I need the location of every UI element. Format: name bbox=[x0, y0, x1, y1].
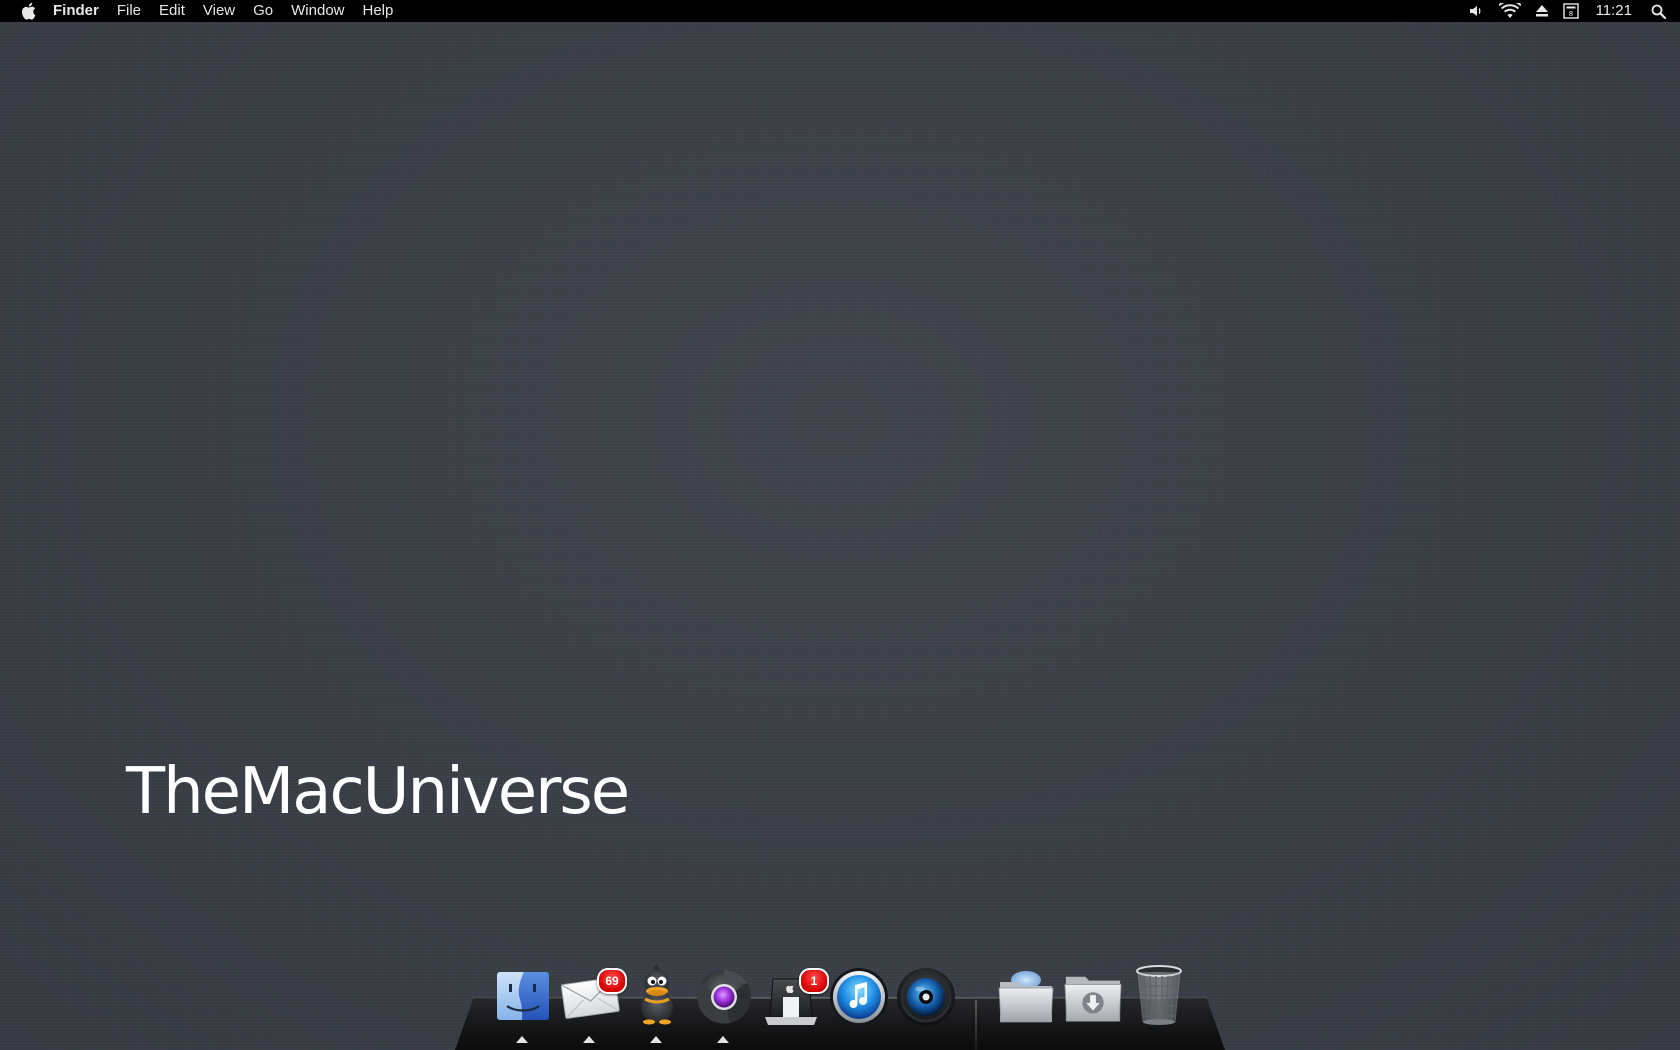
menu-view[interactable]: View bbox=[194, 0, 244, 22]
svg-text:8: 8 bbox=[1568, 10, 1572, 18]
dock-finder-icon[interactable] bbox=[492, 965, 554, 1027]
spotlight-search-icon[interactable] bbox=[1644, 0, 1680, 22]
dock-adium-icon[interactable] bbox=[626, 963, 688, 1025]
menu-bar: Finder File Edit View Go Window Help 8 1… bbox=[0, 0, 1680, 22]
dock-downloads-folder-icon[interactable] bbox=[1062, 967, 1124, 1029]
dock-trash-icon[interactable] bbox=[1128, 964, 1190, 1026]
app-store-badge: 1 bbox=[799, 968, 829, 994]
adium-running-indicator bbox=[650, 1036, 662, 1043]
dock-chrome-icon[interactable] bbox=[693, 966, 755, 1028]
desktop-watermark-text: TheMacUniverse bbox=[126, 755, 630, 829]
dock-itunes-icon[interactable] bbox=[828, 966, 890, 1028]
mail-running-indicator bbox=[583, 1036, 595, 1043]
menu-edit[interactable]: Edit bbox=[150, 0, 194, 22]
finder-running-indicator bbox=[516, 1036, 528, 1043]
apple-menu-icon[interactable] bbox=[19, 2, 37, 20]
menu-help[interactable]: Help bbox=[354, 0, 403, 22]
chrome-running-indicator bbox=[717, 1036, 729, 1043]
dock-applications-folder-icon[interactable] bbox=[995, 966, 1057, 1028]
eject-icon[interactable] bbox=[1528, 0, 1556, 22]
menu-bar-left: Finder File Edit View Go Window Help bbox=[0, 0, 402, 22]
volume-icon[interactable] bbox=[1462, 0, 1492, 22]
menu-window[interactable]: Window bbox=[282, 0, 353, 22]
menu-app-name[interactable]: Finder bbox=[53, 0, 108, 22]
menu-clock[interactable]: 11:21 bbox=[1586, 0, 1644, 22]
dock-separator bbox=[975, 1000, 977, 1050]
wifi-icon[interactable] bbox=[1492, 0, 1528, 22]
menu-bar-right: 8 11:21 bbox=[1462, 0, 1680, 22]
dock-aperture-icon[interactable] bbox=[895, 966, 957, 1028]
notification-icon[interactable]: 8 bbox=[1556, 0, 1586, 22]
menu-go[interactable]: Go bbox=[244, 0, 282, 22]
mail-badge: 69 bbox=[597, 968, 627, 994]
menu-file[interactable]: File bbox=[108, 0, 150, 22]
